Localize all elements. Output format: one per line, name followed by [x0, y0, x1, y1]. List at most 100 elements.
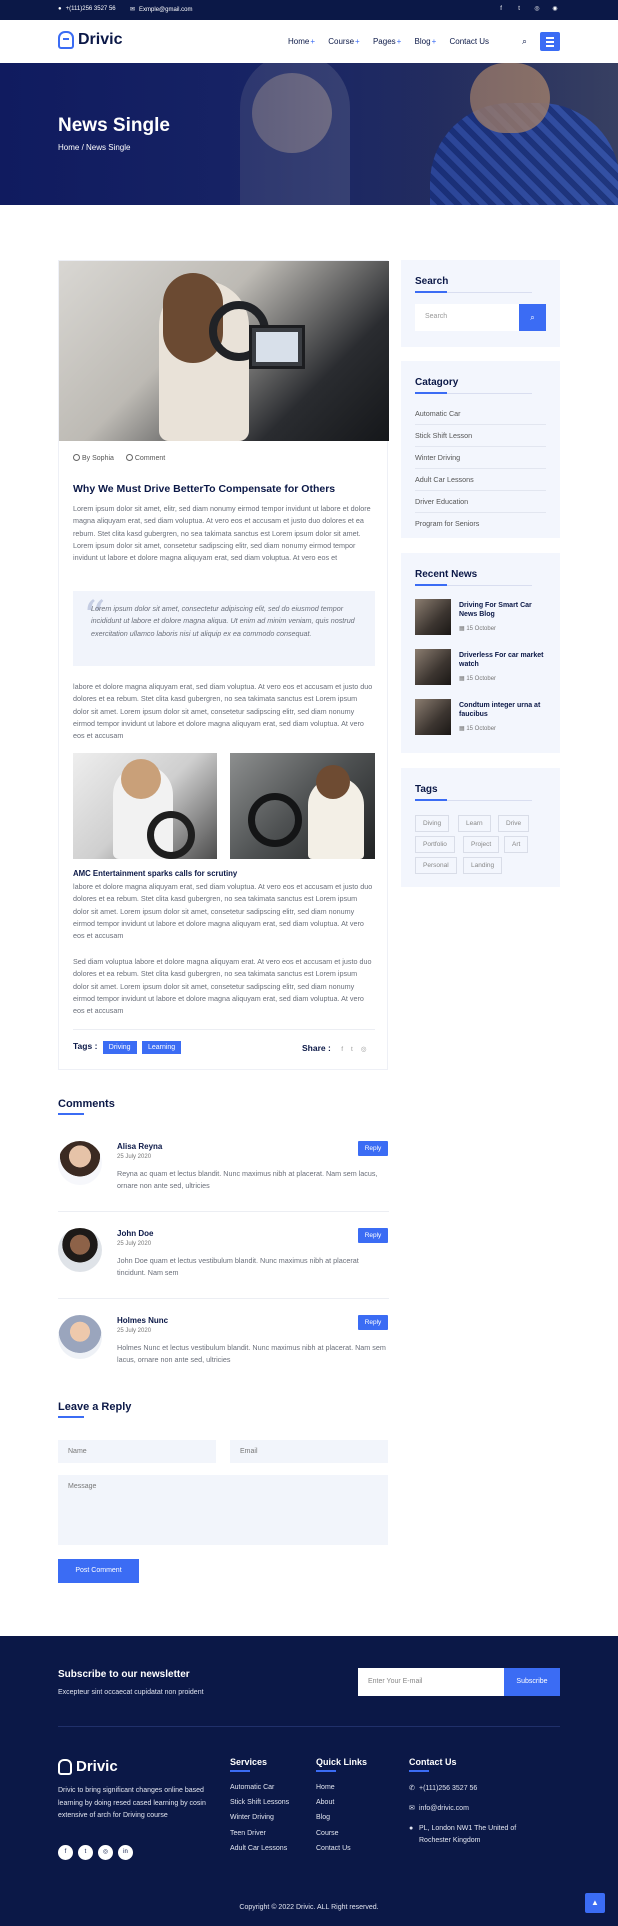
main-header: Drivic Home+ Course+ Pages+ Blog+ Contac… [0, 20, 618, 63]
dribbble-icon[interactable]: ◉ [550, 5, 560, 12]
footer-link[interactable]: Adult Car Lessons [230, 1845, 287, 1852]
article-share: Share : f t ◎ [302, 1043, 367, 1053]
article-author[interactable]: By Sophia [73, 454, 114, 462]
site-logo[interactable]: Drivic [58, 31, 122, 49]
footer-link[interactable]: Automatic Car [230, 1784, 274, 1791]
tag-link[interactable]: Art [504, 836, 529, 853]
sidebar-search-button[interactable]: ⌕ [519, 304, 546, 331]
reply-button[interactable]: Reply [358, 1141, 388, 1156]
comment-text: John Doe quam et lectus vestibulum bland… [117, 1256, 359, 1278]
recent-news-thumbnail[interactable] [415, 699, 451, 735]
footer-contact-title: Contact Us [409, 1757, 457, 1767]
tag-link[interactable]: Landing [463, 857, 503, 874]
footer-link[interactable]: Home [316, 1784, 335, 1791]
email-field[interactable]: Email [230, 1440, 388, 1463]
footer-link[interactable]: Contact Us [316, 1845, 351, 1852]
facebook-icon[interactable]: f [341, 1046, 343, 1053]
footer-link[interactable]: About [316, 1799, 334, 1806]
nav-pages[interactable]: Pages+ [373, 37, 412, 46]
tag-link[interactable]: Personal [415, 857, 457, 874]
comment-text: Reyna ac quam et lectus blandit. Nunc ma… [117, 1169, 378, 1191]
twitter-icon[interactable]: t [514, 6, 524, 12]
tag-link[interactable]: Project [463, 836, 500, 853]
footer-link[interactable]: Course [316, 1830, 339, 1837]
footer-link[interactable]: Stick Shift Lessons [230, 1799, 289, 1806]
recent-news-thumbnail[interactable] [415, 599, 451, 635]
reply-form-title: Leave a Reply [58, 1401, 132, 1413]
message-textarea[interactable]: Message [58, 1475, 388, 1545]
nav-home[interactable]: Home+ [288, 37, 326, 46]
comment-date: 25 July 2020 [117, 1154, 152, 1160]
chevron-up-icon: ▲ [591, 1898, 599, 1907]
category-item[interactable]: Driver Education [415, 491, 546, 513]
comment-author: Holmes Nunc [117, 1316, 169, 1325]
reply-button[interactable]: Reply [358, 1228, 388, 1243]
footer-email[interactable]: ✉ info@drivic.com [409, 1803, 469, 1815]
tag-link[interactable]: Drive [498, 815, 530, 832]
footer-link[interactable]: Winter Driving [230, 1814, 274, 1821]
recent-news-title[interactable]: Driving For Smart Car News Blog [459, 601, 549, 619]
divider [58, 1211, 389, 1212]
hamburger-menu-button[interactable] [540, 32, 560, 51]
instagram-icon[interactable]: ◎ [532, 5, 542, 12]
widget-title: Tags [415, 784, 438, 795]
category-item[interactable]: Adult Car Lessons [415, 469, 546, 491]
nav-course[interactable]: Course+ [328, 37, 370, 46]
top-bar: ● +(111)256 3527 56 ✉ Exmple@gmail.com f t… [0, 0, 618, 20]
reply-button[interactable]: Reply [358, 1315, 388, 1330]
recent-news-date: ▦ 15 October [459, 676, 497, 682]
article-paragraph: Sed diam voluptua labore et dolore magna… [73, 957, 372, 1016]
footer-link[interactable]: Blog [316, 1814, 330, 1821]
name-field[interactable]: Name [58, 1440, 216, 1463]
tag-link[interactable]: Learn [458, 815, 491, 832]
site-footer: Subscribe to our newsletter Excepteur si… [0, 1636, 618, 1926]
post-comment-button[interactable]: Post Comment [58, 1559, 139, 1583]
user-icon [73, 454, 80, 461]
copyright: Copyright © 2022 Drivic. ALL Right reser… [239, 1904, 379, 1911]
category-item[interactable]: Automatic Car [415, 403, 546, 425]
recent-news-title[interactable]: Condtum integer urna at faucibus [459, 701, 549, 719]
search-icon[interactable]: ⌕ [522, 36, 527, 47]
recent-news-title[interactable]: Driverless For car market watch [459, 651, 549, 669]
footer-phone[interactable]: ✆ +(111)256 3527 56 [409, 1783, 477, 1795]
avatar [58, 1228, 102, 1272]
plus-icon: + [355, 37, 360, 46]
article-image-right [230, 753, 375, 859]
twitter-icon[interactable]: t [78, 1845, 93, 1860]
sidebar-search-input[interactable]: Search [415, 304, 519, 331]
newsletter-subtitle: Excepteur sint occaecat cupidatat non pr… [58, 1689, 204, 1696]
article-card: By Sophia Comment Why We Must Drive Bett… [58, 260, 389, 1070]
topbar-phone[interactable]: ● +(111)256 3527 56 [58, 6, 116, 12]
tag-link[interactable]: Diving [415, 815, 450, 832]
article-main-image [59, 261, 389, 441]
breadcrumb-home[interactable]: Home [58, 143, 79, 152]
facebook-icon[interactable]: f [58, 1845, 73, 1860]
tag-learning[interactable]: Learning [141, 1041, 182, 1054]
instagram-icon[interactable]: ◎ [361, 1046, 367, 1053]
recent-news-thumbnail[interactable] [415, 649, 451, 685]
tag-driving[interactable]: Driving [102, 1041, 137, 1054]
location-pin-icon: ● [409, 1825, 414, 1832]
comment-text: Holmes Nunc et lectus vestibulum blandit… [117, 1343, 386, 1365]
instagram-icon[interactable]: ◎ [98, 1845, 113, 1860]
divider [58, 1726, 560, 1727]
breadcrumb: Home / News Single [58, 143, 131, 152]
subscribe-button[interactable]: Subscribe [504, 1668, 560, 1696]
facebook-icon[interactable]: f [496, 6, 506, 12]
category-item[interactable]: Winter Driving [415, 447, 546, 469]
footer-link[interactable]: Teen Driver [230, 1830, 266, 1837]
nav-blog[interactable]: Blog+ [415, 37, 448, 46]
tag-link[interactable]: Portfolio [415, 836, 455, 853]
article-comment-link[interactable]: Comment [125, 454, 165, 462]
category-item[interactable]: Program for Seniors [415, 513, 546, 535]
linkedin-icon[interactable]: in [118, 1845, 133, 1860]
newsletter-email-input[interactable]: Enter Your E-mail [358, 1668, 504, 1696]
category-item[interactable]: Stick Shift Lesson [415, 425, 546, 447]
twitter-icon[interactable]: t [351, 1046, 353, 1053]
footer-logo[interactable]: Drivic [58, 1758, 118, 1775]
mail-icon: ✉ [130, 7, 136, 13]
back-to-top-button[interactable]: ▲ [585, 1893, 605, 1913]
topbar-email[interactable]: ✉ Exmple@gmail.com [130, 6, 192, 13]
nav-contact[interactable]: Contact Us [449, 37, 489, 46]
article-tags: Tags : Driving Learning [73, 1041, 182, 1054]
